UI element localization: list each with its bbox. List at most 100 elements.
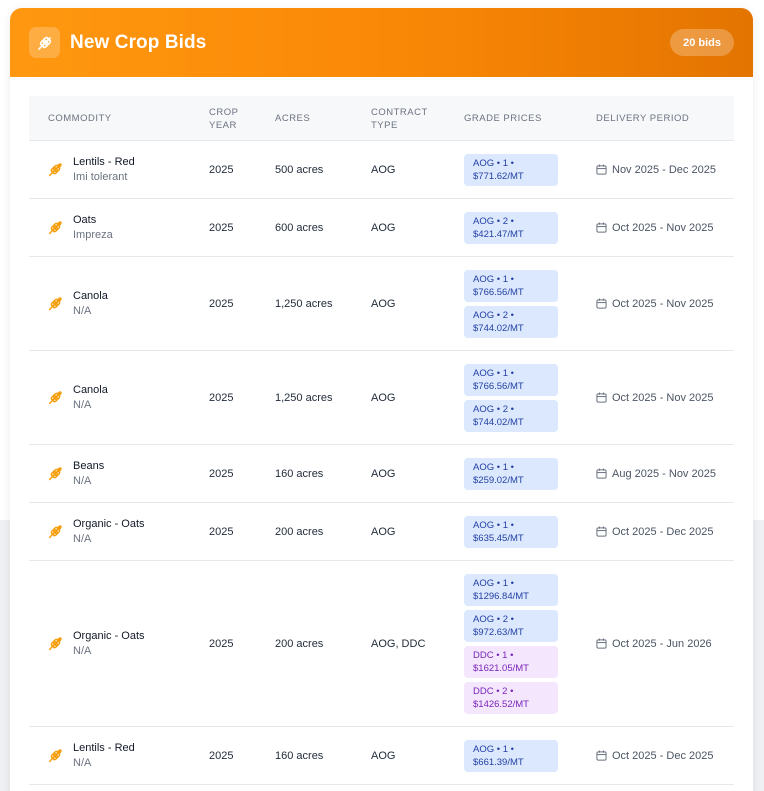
- grade-label: AOG • 1 •: [473, 367, 514, 379]
- page-title: New Crop Bids: [70, 31, 207, 53]
- grade-price: $1426.52/MT: [473, 698, 529, 710]
- grade-price: $1621.05/MT: [473, 662, 529, 674]
- grade-price: $972.63/MT: [473, 626, 524, 638]
- calendar-icon: [596, 526, 607, 537]
- grade-prices-cell: AOG • 1 • $771.62/MT: [464, 141, 558, 198]
- crop-year-cell: 2025: [209, 637, 234, 650]
- table-row[interactable]: Organic - Oats N/A 2025 200 acres AOG AO…: [29, 503, 734, 561]
- commodity-cell: Lentils - Red N/A: [47, 727, 135, 784]
- column-header-crop-year-line2: YEAR: [209, 119, 237, 131]
- grade-prices-cell: AOG • 1 • $661.39/MT: [464, 727, 558, 784]
- calendar-icon: [596, 392, 607, 403]
- grade-label: AOG • 2 •: [473, 403, 514, 415]
- delivery-period-cell: Oct 2025 - Nov 2025: [596, 351, 714, 444]
- grade-label: DDC • 2 •: [473, 685, 514, 697]
- table-body: Lentils - Red Imi tolerant 2025 500 acre…: [29, 141, 734, 785]
- grade-label: AOG • 2 •: [473, 613, 514, 625]
- column-header-commodity[interactable]: COMMODITY: [48, 96, 112, 141]
- card-header: New Crop Bids 20 bids: [10, 8, 753, 77]
- column-header-acres[interactable]: ACRES: [275, 96, 310, 141]
- calendar-icon: [596, 298, 607, 309]
- delivery-period-text: Oct 2025 - Nov 2025: [612, 297, 714, 310]
- column-header-crop-year-line1: CROP: [209, 106, 239, 118]
- commodity-name: Lentils - Red: [73, 155, 135, 168]
- column-header-contract-type-line1: CONTRACT: [371, 106, 428, 118]
- contract-type-cell: AOG: [371, 525, 396, 538]
- delivery-period-cell: Oct 2025 - Nov 2025: [596, 257, 714, 350]
- calendar-icon: [596, 222, 607, 233]
- grade-label: AOG • 1 •: [473, 743, 514, 755]
- wheat-icon: [47, 465, 64, 482]
- commodity-name: Canola: [73, 383, 108, 396]
- aog-grade-price-badge: AOG • 2 • $744.02/MT: [464, 399, 558, 432]
- acres-cell: 1,250 acres: [275, 297, 333, 310]
- bids-table: COMMODITY CROP YEAR ACRES CONTRACT TYPE …: [29, 96, 734, 785]
- crop-year-cell: 2025: [209, 163, 234, 176]
- column-header-delivery-period[interactable]: DELIVERY PERIOD: [596, 96, 689, 141]
- contract-type-cell: AOG: [371, 749, 396, 762]
- table-row[interactable]: Organic - Oats N/A 2025 200 acres AOG, D…: [29, 561, 734, 727]
- delivery-period-cell: Oct 2025 - Dec 2025: [596, 727, 714, 784]
- new-crop-bids-card: New Crop Bids 20 bids COMMODITY CROP YEA…: [10, 8, 753, 791]
- table-row[interactable]: Lentils - Red Imi tolerant 2025 500 acre…: [29, 141, 734, 199]
- commodity-cell: Organic - Oats N/A: [47, 561, 145, 726]
- wheat-icon: [47, 747, 64, 764]
- wheat-icon: [47, 523, 64, 540]
- ddc-grade-price-badge: DDC • 2 • $1426.52/MT: [464, 681, 558, 714]
- aog-grade-price-badge: AOG • 1 • $766.56/MT: [464, 269, 558, 302]
- commodity-variety: N/A: [73, 532, 92, 545]
- column-header-grade-prices[interactable]: GRADE PRICES: [464, 96, 542, 141]
- commodity-variety: Imi tolerant: [73, 170, 128, 183]
- commodity-variety: Impreza: [73, 228, 113, 241]
- crop-year-cell: 2025: [209, 749, 234, 762]
- grade-prices-cell: AOG • 1 • $259.02/MT: [464, 445, 558, 502]
- wheat-icon: [47, 161, 64, 178]
- bids-count-badge: 20 bids: [670, 29, 734, 56]
- commodity-name: Canola: [73, 289, 108, 302]
- table-row[interactable]: Lentils - Red N/A 2025 160 acres AOG AOG…: [29, 727, 734, 785]
- contract-type-cell: AOG: [371, 391, 396, 404]
- commodity-name: Oats: [73, 213, 97, 226]
- commodity-name: Organic - Oats: [73, 517, 145, 530]
- contract-type-cell: AOG: [371, 163, 396, 176]
- aog-grade-price-badge: AOG • 1 • $259.02/MT: [464, 457, 558, 490]
- wheat-icon: [47, 389, 64, 406]
- table-row[interactable]: Beans N/A 2025 160 acres AOG AOG • 1 • $2…: [29, 445, 734, 503]
- grade-price: $635.45/MT: [473, 532, 524, 544]
- crop-year-cell: 2025: [209, 525, 234, 538]
- grade-prices-cell: AOG • 1 • $635.45/MT: [464, 503, 558, 560]
- aog-grade-price-badge: AOG • 2 • $744.02/MT: [464, 305, 558, 338]
- delivery-period-text: Oct 2025 - Dec 2025: [612, 525, 714, 538]
- crop-year-cell: 2025: [209, 467, 234, 480]
- wheat-icon: [47, 219, 64, 236]
- delivery-period-cell: Aug 2025 - Nov 2025: [596, 445, 716, 502]
- column-header-contract-type[interactable]: CONTRACT TYPE: [371, 96, 428, 141]
- wheat-icon: [47, 635, 64, 652]
- commodity-variety: N/A: [73, 398, 92, 411]
- commodity-variety: N/A: [73, 304, 92, 317]
- grade-price: $766.56/MT: [473, 286, 524, 298]
- table-row[interactable]: Canola N/A 2025 1,250 acres AOG AOG • 1 …: [29, 257, 734, 351]
- ddc-grade-price-badge: DDC • 1 • $1621.05/MT: [464, 645, 558, 678]
- column-header-contract-type-line2: TYPE: [371, 119, 398, 131]
- column-header-crop-year[interactable]: CROP YEAR: [209, 96, 238, 141]
- grade-label: DDC • 1 •: [473, 649, 514, 661]
- aog-grade-price-badge: AOG • 1 • $766.56/MT: [464, 363, 558, 396]
- grade-price: $744.02/MT: [473, 416, 524, 428]
- grade-price: $259.02/MT: [473, 474, 524, 486]
- aog-grade-price-badge: AOG • 1 • $635.45/MT: [464, 515, 558, 548]
- grade-prices-cell: AOG • 1 • $766.56/MT AOG • 2 • $744.02/MT: [464, 351, 558, 444]
- aog-grade-price-badge: AOG • 2 • $972.63/MT: [464, 609, 558, 642]
- grade-price: $771.62/MT: [473, 170, 524, 182]
- commodity-variety: N/A: [73, 644, 92, 657]
- table-row[interactable]: Oats Impreza 2025 600 acres AOG AOG • 2 …: [29, 199, 734, 257]
- table-row[interactable]: Canola N/A 2025 1,250 acres AOG AOG • 1 …: [29, 351, 734, 445]
- delivery-period-cell: Nov 2025 - Dec 2025: [596, 141, 716, 198]
- commodity-name: Beans: [73, 459, 105, 472]
- grade-price: $744.02/MT: [473, 322, 524, 334]
- grade-label: AOG • 2 •: [473, 215, 514, 227]
- delivery-period-text: Oct 2025 - Jun 2026: [612, 637, 712, 650]
- contract-type-cell: AOG: [371, 297, 396, 310]
- crop-year-cell: 2025: [209, 391, 234, 404]
- acres-cell: 200 acres: [275, 525, 324, 538]
